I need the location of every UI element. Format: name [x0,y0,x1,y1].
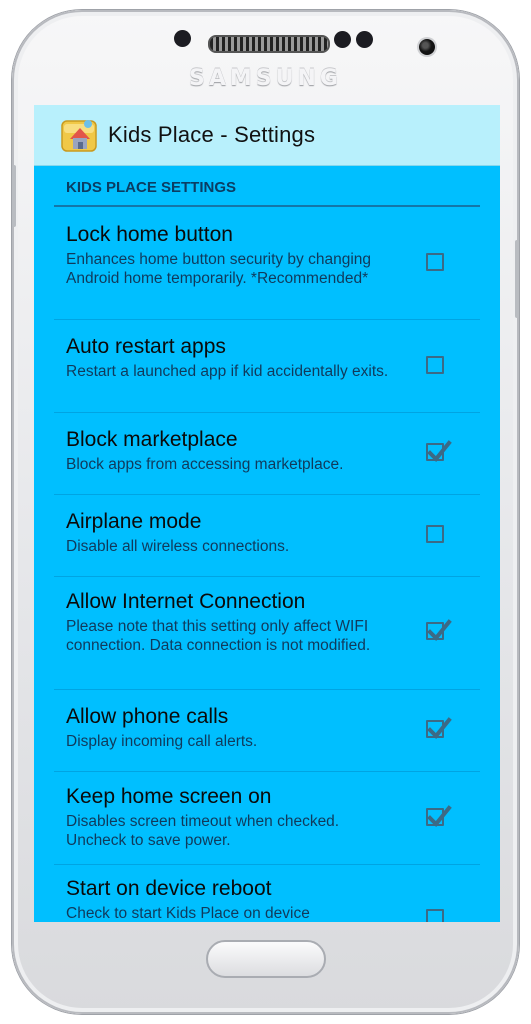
preference-row[interactable]: Allow Internet Connection Please note tha… [54,577,480,690]
preference-text: Airplane mode Disable all wireless connec… [66,509,396,556]
checkbox-checked[interactable] [426,717,452,739]
preference-title: Keep home screen on [66,785,272,808]
preference-text: Allow phone calls Display incoming call a… [66,704,396,751]
preference-summary: Disable all wireless connections. [66,538,290,555]
checkbox-unchecked[interactable] [426,909,444,922]
preference-summary: Check to start Kids Place on device [66,905,310,922]
checkmark-icon [427,717,452,739]
preference-title: Airplane mode [66,510,202,533]
proximity-sensor [174,30,191,47]
checkmark-icon [427,805,452,827]
checkmark-icon [427,619,452,641]
brand-logo: SAMSUNG [189,66,342,91]
light-sensor-2 [356,31,373,48]
power-key [515,240,519,318]
preference-summary: Block apps from accessing marketplace. [66,456,344,473]
preference-text: Start on device reboot Check to start Kid… [66,876,396,922]
preference-summary: Please note that this setting only affec… [66,618,371,654]
preference-row[interactable]: Block marketplace Block apps from accessi… [54,413,480,495]
preference-row[interactable]: Auto restart apps Restart a launched app … [54,320,480,413]
preference-text: Lock home button Enhances home button sec… [66,222,396,288]
checkbox-checked[interactable] [426,805,452,827]
screen: Kids Place - Settings KIDS PLACE SETTING… [34,105,500,922]
home-button[interactable] [206,940,326,978]
preference-row[interactable]: Airplane mode Disable all wireless connec… [54,495,480,577]
preference-title: Start on device reboot [66,877,272,900]
action-bar: Kids Place - Settings [34,105,500,166]
preference-row[interactable]: Lock home button Enhances home button sec… [54,208,480,320]
preference-text: Block marketplace Block apps from accessi… [66,427,396,474]
checkbox-unchecked[interactable] [426,253,444,271]
preference-row[interactable]: Allow phone calls Display incoming call a… [54,690,480,772]
checkbox-checked[interactable] [426,619,452,641]
checkbox-unchecked[interactable] [426,525,444,543]
preference-row[interactable]: Keep home screen on Disables screen timeo… [54,772,480,865]
preference-text: Allow Internet Connection Please note tha… [66,589,396,655]
preference-row[interactable]: Start on device reboot Check to start Kid… [54,865,480,922]
checkbox-checked[interactable] [426,440,452,462]
section-header: KIDS PLACE SETTINGS [54,166,480,207]
checkmark-icon [427,440,452,462]
preference-title: Auto restart apps [66,335,226,358]
kids-place-house-icon[interactable] [60,115,100,155]
earpiece-speaker [208,35,330,53]
preference-title: Lock home button [66,223,233,246]
light-sensor [334,31,351,48]
preference-summary: Disables screen timeout when checked. Un… [66,813,340,849]
preference-text: Keep home screen on Disables screen timeo… [66,784,396,850]
preference-summary: Restart a launched app if kid accidental… [66,363,389,380]
preference-summary: Enhances home button security by changin… [66,251,372,287]
preference-title: Allow phone calls [66,705,229,728]
volume-key [12,165,16,227]
checkbox-unchecked[interactable] [426,356,444,374]
preference-title: Block marketplace [66,428,238,451]
preference-title: Allow Internet Connection [66,590,306,613]
preference-text: Auto restart apps Restart a launched app … [66,334,396,381]
front-camera [419,39,435,55]
preference-summary: Display incoming call alerts. [66,733,258,750]
app-title: Kids Place - Settings [108,122,316,147]
